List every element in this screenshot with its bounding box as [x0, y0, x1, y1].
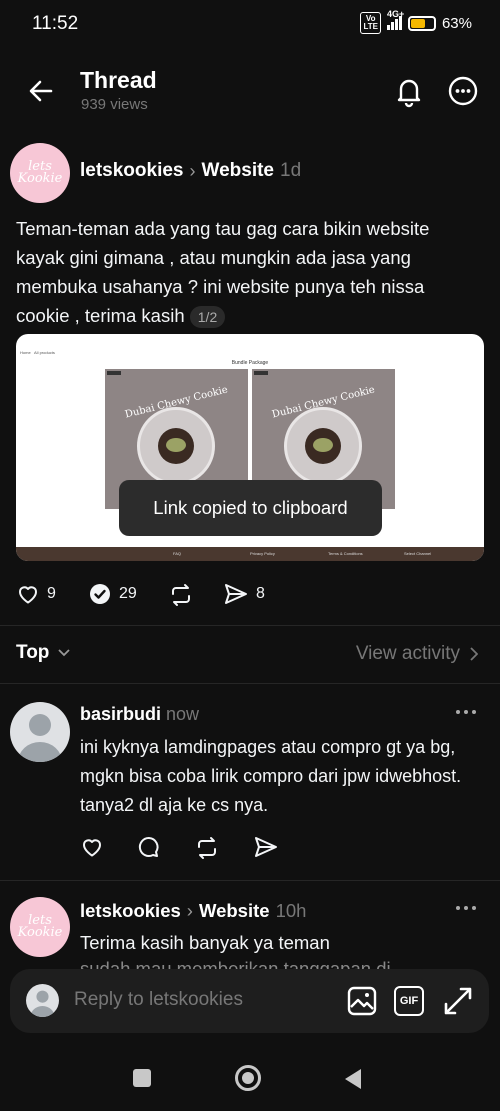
author-username[interactable]: letskookies [80, 160, 184, 182]
status-time: 11:52 [32, 13, 79, 34]
comment-author[interactable]: letskookies › Website 10h [80, 900, 306, 922]
default-avatar-icon [30, 990, 55, 1017]
view-activity-link[interactable]: View activity [356, 643, 478, 665]
default-avatar-icon [18, 714, 62, 762]
page-title: Thread [80, 67, 157, 93]
status-icons: Vo LTE 4G+ 63% [360, 9, 472, 34]
recents-button[interactable] [133, 1069, 151, 1087]
avatar[interactable]: lets Kookie [10, 143, 70, 203]
image-nav: Home All products [20, 350, 55, 355]
repost-button[interactable] [168, 582, 194, 608]
sort-dropdown[interactable]: Top [16, 642, 71, 664]
signal-icon: 4G+ [386, 9, 404, 30]
post-body: Teman-teman ada yang tau gag cara bikin … [16, 214, 481, 330]
post-time: 1d [280, 160, 302, 181]
image-gallery-icon[interactable] [346, 985, 378, 1017]
home-button[interactable] [235, 1065, 261, 1091]
avatar[interactable]: lets Kookie [10, 897, 70, 957]
chevron-right-icon: › [186, 900, 193, 921]
like-count: 9 [47, 585, 56, 602]
reply-bar: GIF [10, 969, 489, 1033]
gif-button[interactable]: GIF [394, 986, 424, 1016]
avatar [26, 984, 59, 1017]
divider [0, 880, 500, 881]
reply-count: 29 [119, 585, 137, 602]
comment-actions [80, 835, 279, 861]
heart-icon[interactable] [80, 835, 104, 859]
comment-text: Terima kasih banyak ya teman sudah mau m… [80, 932, 391, 970]
chevron-right-icon: › [189, 160, 196, 181]
more-options-icon[interactable] [446, 74, 480, 108]
comment-time: now [166, 704, 200, 724]
volte-icon: Vo LTE [360, 12, 381, 34]
share-button[interactable]: 8 [223, 582, 265, 606]
image-section-title: Bundle Package [231, 360, 269, 366]
avatar[interactable] [10, 702, 70, 762]
divider [0, 625, 500, 626]
send-icon[interactable] [253, 835, 279, 859]
comment-time: 10h [275, 900, 307, 921]
repost-icon [172, 584, 190, 606]
repost-icon[interactable] [194, 835, 220, 861]
back-arrow-icon[interactable] [24, 74, 58, 108]
sort-label: Top [16, 642, 50, 663]
battery-icon [407, 15, 436, 31]
bell-icon[interactable] [392, 74, 426, 108]
chevron-down-icon [58, 649, 71, 657]
more-horizontal-icon[interactable] [455, 708, 477, 716]
battery-percent: 63% [441, 14, 472, 32]
send-icon [225, 584, 247, 604]
image-footer: FAQ Privacy Policy Terms & Conditions Se… [16, 547, 484, 561]
toast-message: Link copied to clipboard [119, 480, 382, 536]
more-horizontal-icon[interactable] [455, 904, 477, 912]
post-author[interactable]: letskookies › Website 1d [80, 160, 301, 182]
comment-bubble-icon[interactable] [137, 835, 161, 859]
expand-icon[interactable] [442, 985, 474, 1017]
reply-bubble-icon [90, 584, 110, 604]
topic-tag: Website [198, 900, 270, 921]
network-type: 4G+ [386, 9, 405, 19]
view-count: 939 views [81, 96, 148, 113]
chevron-right-icon [470, 647, 478, 661]
divider [0, 683, 500, 684]
topic-tag[interactable]: Website [202, 160, 275, 182]
reply-input[interactable] [74, 989, 334, 1011]
nav-back-button[interactable] [344, 1068, 362, 1090]
comment-text: ini kyknya lamdingpages atau compro gt y… [80, 737, 462, 815]
comment-author[interactable]: basirbudi now [80, 704, 199, 725]
share-count: 8 [256, 585, 265, 602]
media-counter: 1/2 [189, 306, 226, 329]
reply-button[interactable]: 29 [88, 582, 137, 606]
like-button[interactable]: 9 [16, 582, 56, 606]
heart-icon [19, 586, 37, 604]
